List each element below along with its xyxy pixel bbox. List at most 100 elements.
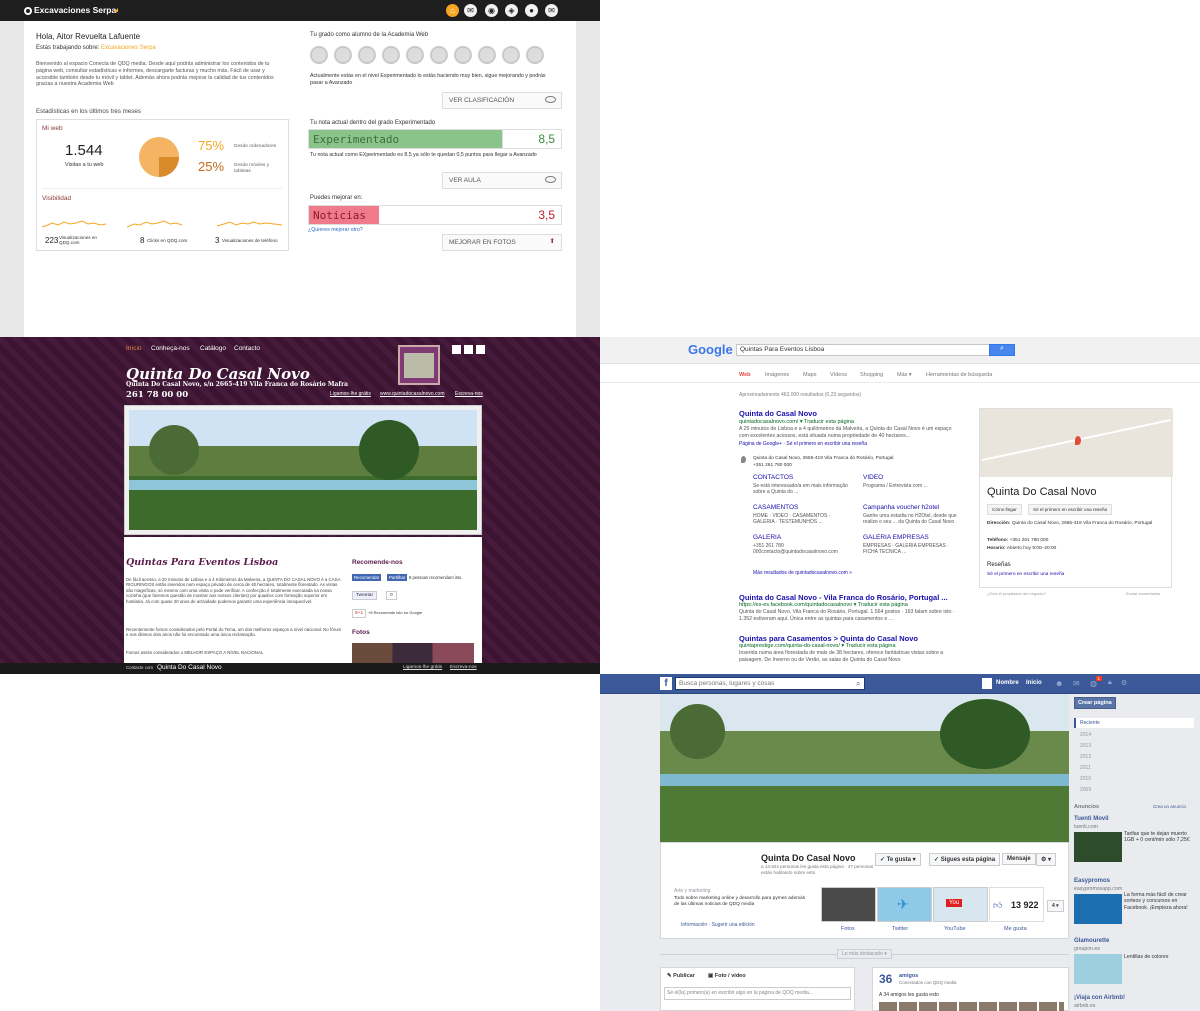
- write-review-button[interactable]: Sé el primero en escribir una reseña: [1028, 504, 1113, 515]
- friends-icon[interactable]: ☻: [1055, 679, 1063, 688]
- page-name[interactable]: Quinta Do Casal Novo: [761, 853, 856, 863]
- facebook-logo-icon[interactable]: f: [660, 677, 672, 690]
- info-link[interactable]: Información · Sugerir una edición: [681, 922, 755, 928]
- twitter-caption[interactable]: Twitter: [892, 926, 908, 932]
- result-2-title[interactable]: Quinta do Casal Novo - Vila Franca do Ro…: [739, 593, 948, 602]
- dropdown-icon[interactable]: [114, 8, 118, 12]
- cover-photo[interactable]: [660, 694, 1069, 842]
- sitelink-title[interactable]: CASAMENTOS: [753, 504, 798, 511]
- timeline-year[interactable]: 2011: [1080, 765, 1091, 771]
- tab-tools[interactable]: Herramientas de búsqueda: [926, 372, 992, 378]
- create-ad-link[interactable]: Crea un anuncio: [1153, 804, 1186, 809]
- fb-share-button[interactable]: Partilhar: [387, 574, 408, 581]
- highlights-dropdown[interactable]: Lo más destacado ▾: [837, 949, 892, 959]
- chat-icon[interactable]: ✉: [464, 4, 477, 17]
- ad-title[interactable]: Glamourette: [1074, 938, 1109, 944]
- create-page-button[interactable]: Crear página: [1074, 697, 1116, 709]
- youtube-thumbnail[interactable]: You: [933, 887, 988, 922]
- tag-icon[interactable]: ◈: [505, 4, 518, 17]
- gplus-button[interactable]: 8+1: [352, 609, 367, 618]
- search-icon[interactable]: ⌕: [856, 679, 860, 689]
- sitelink-title[interactable]: GALERIA: [753, 534, 781, 541]
- ad-title[interactable]: Tuenti Movil: [1074, 816, 1109, 822]
- result-3-title[interactable]: Quintas para Casamentos > Quinta do Casa…: [739, 634, 918, 643]
- photos-strip[interactable]: [352, 643, 474, 665]
- result-2-url[interactable]: https://es-es.facebook.com/quintadocasal…: [739, 602, 908, 608]
- messages-icon[interactable]: ✉: [1073, 679, 1080, 688]
- more-tabs-button[interactable]: 4 ▾: [1047, 900, 1064, 912]
- user-icon[interactable]: ●: [525, 4, 538, 17]
- timeline-year[interactable]: 2014: [1080, 732, 1091, 738]
- sitelink-title[interactable]: Campanha voucher h2otel: [863, 504, 939, 511]
- ad-title[interactable]: ¡Viaja con Airbnb!: [1074, 995, 1125, 1001]
- tab-more[interactable]: Más ▾: [897, 372, 912, 378]
- fb-recommend-button[interactable]: Recomendar: [352, 574, 382, 581]
- directions-button[interactable]: Cómo llegar: [987, 504, 1022, 515]
- ad-title[interactable]: Easypromos: [1074, 878, 1110, 884]
- friends-count[interactable]: 36: [879, 972, 892, 986]
- photo-video-tab[interactable]: ▣ Foto / vídeo: [708, 973, 746, 979]
- tab-maps[interactable]: Maps: [803, 372, 816, 378]
- message-button[interactable]: Mensaje: [1002, 853, 1036, 865]
- likes-caption[interactable]: Me gusta: [1004, 926, 1027, 932]
- publish-tab[interactable]: ✎ Publicar: [667, 973, 695, 979]
- timeline-year[interactable]: 2010: [1080, 776, 1091, 782]
- working-name[interactable]: Excavaciones Serpa: [101, 45, 156, 51]
- follow-button[interactable]: ✓ Sigues esta página: [929, 853, 1001, 866]
- improve-photos-button[interactable]: MEJORAR EN FOTOS ⬆: [442, 234, 562, 251]
- settings-icon[interactable]: ⚙: [1121, 679, 1127, 687]
- nav-item-about[interactable]: Conheça-nos: [151, 345, 190, 352]
- google-logo[interactable]: Google: [688, 342, 733, 357]
- improve-other-link[interactable]: ¿Quieres mejorar otro?: [308, 227, 363, 233]
- nav-item-catalog[interactable]: Catálogo: [200, 345, 226, 352]
- privacy-icon[interactable]: 🔒︎: [1108, 679, 1112, 687]
- nav-item-home[interactable]: Início: [126, 345, 142, 352]
- ranking-button[interactable]: VER CLASIFICACIÓN: [442, 92, 562, 109]
- footer-callback-link[interactable]: Ligamos-lhe grátis: [403, 665, 442, 670]
- twitter-icon[interactable]: [464, 345, 473, 354]
- photos-thumbnail[interactable]: [821, 887, 876, 922]
- photos-caption[interactable]: Fotos: [841, 926, 855, 932]
- kp-review-link[interactable]: Sé el primero en escribir una reseña: [987, 572, 1064, 577]
- more-results-link[interactable]: Más resultados de quintadocasalnovo.com …: [753, 570, 852, 576]
- gear-icon[interactable]: ⚙ ▾: [1036, 853, 1057, 866]
- callback-link[interactable]: Ligamos-lhe grátis: [330, 391, 371, 397]
- likes-box[interactable]: 👍︎ 13 922: [989, 887, 1044, 922]
- tab-web[interactable]: Web: [739, 372, 751, 378]
- like-button[interactable]: ✓ Te gusta ▾: [875, 853, 921, 866]
- tab-images[interactable]: Imágenes: [765, 372, 789, 378]
- sitelink-title[interactable]: CONTACTOS: [753, 474, 793, 481]
- classroom-button[interactable]: VER AULA: [442, 172, 562, 189]
- googleplus-icon[interactable]: [476, 345, 485, 354]
- ad-image[interactable]: [1074, 954, 1122, 984]
- timeline-year-current[interactable]: Reciente: [1074, 718, 1194, 728]
- owner-link[interactable]: ¿Eres el propietario del negocio?: [987, 591, 1046, 596]
- sitelink-title[interactable]: GALERIA EMPRESAS: [863, 534, 929, 541]
- timeline-year[interactable]: 2012: [1080, 754, 1091, 760]
- camera-icon[interactable]: ◉: [485, 4, 498, 17]
- tab-videos[interactable]: Vídeos: [830, 372, 847, 378]
- nav-item-contact[interactable]: Contacto: [234, 345, 260, 352]
- write-link[interactable]: Escreva-nos: [455, 391, 483, 397]
- ad-image[interactable]: [1074, 832, 1122, 862]
- avatar[interactable]: [982, 678, 992, 689]
- search-input[interactable]: Quintas Para Eventos Lisboa: [736, 344, 991, 356]
- tweet-button[interactable]: Tweetar: [352, 591, 378, 600]
- post-input[interactable]: Sé el(la) primero(a) en escribir algo en…: [664, 987, 851, 1000]
- twitter-thumbnail[interactable]: ✈: [877, 887, 932, 922]
- footer-write-link[interactable]: Escreva-nos: [450, 665, 477, 670]
- result-1-title[interactable]: Quinta do Casal Novo: [739, 409, 817, 418]
- search-button[interactable]: ⌕: [989, 344, 1015, 356]
- result-3-url[interactable]: quintaprestige.com/quinta-do-casal-novo/…: [739, 643, 896, 649]
- user-name[interactable]: Nombre: [996, 680, 1019, 686]
- home-icon[interactable]: ⌂: [446, 4, 459, 17]
- brand-name[interactable]: Excavaciones Serpa: [34, 5, 116, 15]
- facebook-icon[interactable]: [452, 345, 461, 354]
- home-link[interactable]: Inicio: [1026, 680, 1042, 686]
- mail-icon[interactable]: ✉: [545, 4, 558, 17]
- timeline-year[interactable]: 2009: [1080, 787, 1091, 793]
- friends-avatars[interactable]: [879, 1002, 1064, 1011]
- result-1-url[interactable]: quintadocasalnovo.com/ ▾ Traducir esta p…: [739, 419, 854, 425]
- website-link[interactable]: www.quintadocasalnovo.com: [380, 391, 444, 397]
- map-thumbnail[interactable]: [980, 409, 1173, 477]
